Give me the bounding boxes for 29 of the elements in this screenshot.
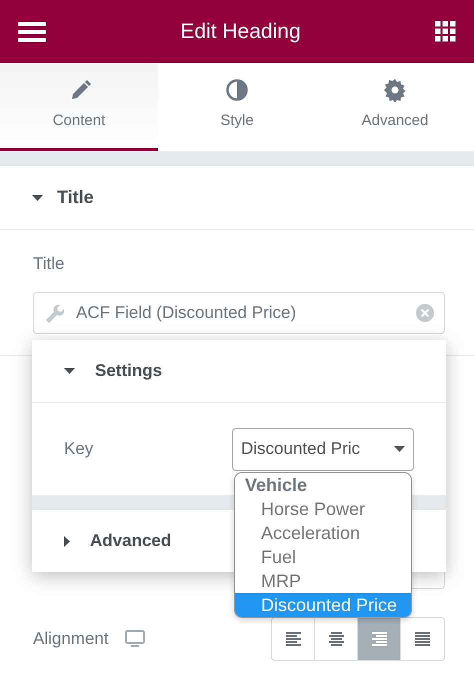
- align-left-icon: [286, 632, 300, 646]
- tab[interactable]: Content: [0, 63, 158, 151]
- section-header[interactable]: Title: [0, 166, 474, 230]
- contrast-icon: [226, 78, 248, 102]
- gear-icon: [384, 78, 406, 102]
- align-justify-icon: [415, 632, 430, 646]
- grid-icon[interactable]: [435, 21, 456, 42]
- dropdown-option[interactable]: Acceleration: [235, 521, 411, 545]
- field-label: Title: [32, 253, 66, 275]
- panel-title: Edit Heading: [180, 18, 301, 45]
- align-left-button[interactable]: [272, 618, 315, 660]
- dropdown-option[interactable]: Discounted Price: [235, 593, 411, 617]
- dropdown-option[interactable]: Fuel: [235, 545, 411, 569]
- field-label: Key: [64, 438, 94, 460]
- caret-down-icon[interactable]: [32, 194, 43, 200]
- caret-right-icon[interactable]: [64, 536, 70, 546]
- dropdown-option[interactable]: Horse Power: [235, 497, 411, 521]
- align-right-icon: [372, 632, 386, 646]
- align-center-icon: [328, 632, 344, 646]
- dropdown-option[interactable]: MRP: [235, 569, 411, 593]
- section-title[interactable]: Settings: [95, 358, 162, 384]
- field-label: Alignment: [33, 628, 109, 650]
- select-field[interactable]: Discounted Pric: [232, 428, 414, 470]
- menu-icon[interactable]: [18, 22, 46, 42]
- caret-down-icon[interactable]: [64, 368, 75, 374]
- option-group-label: Vehicle: [244, 474, 308, 497]
- caret-down-icon: [394, 446, 405, 452]
- align-right-button[interactable]: [358, 618, 401, 660]
- section-title[interactable]: Advanced: [90, 528, 172, 554]
